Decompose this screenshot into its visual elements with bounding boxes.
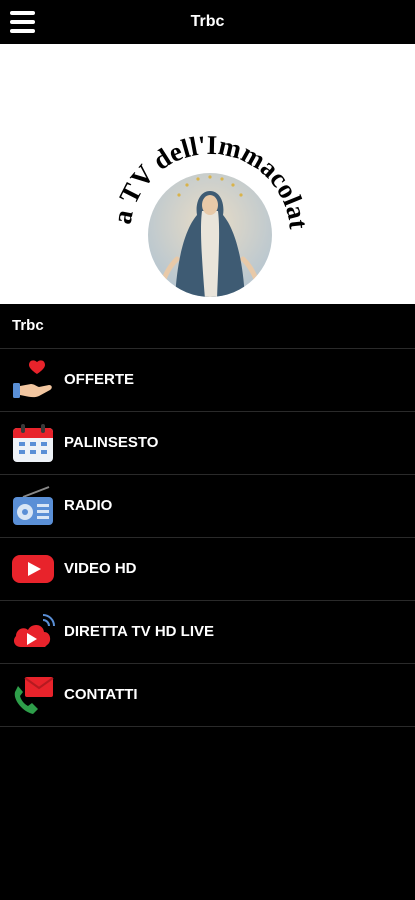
banner: La TV dell'Immacolata xyxy=(0,44,415,304)
section-header: Trbc xyxy=(0,304,415,349)
menu-item-palinsesto[interactable]: PALINSESTO xyxy=(0,412,415,475)
section-title: Trbc xyxy=(12,317,44,334)
menu-item-contatti[interactable]: CONTATTI xyxy=(0,664,415,727)
radio-icon xyxy=(13,486,53,525)
mail-phone-icon xyxy=(14,677,54,714)
menu-item-label: OFFERTE xyxy=(64,371,134,388)
main-menu: OFFERTE PALINSESTO RADIO VIDEO HD DIRETT… xyxy=(0,349,415,727)
menu-item-video-hd[interactable]: VIDEO HD xyxy=(0,538,415,601)
menu-item-label: DIRETTA TV HD LIVE xyxy=(64,623,214,640)
menu-item-offerte[interactable]: OFFERTE xyxy=(0,349,415,412)
menu-item-label: CONTATTI xyxy=(64,686,138,703)
app-title: Trbc xyxy=(190,13,225,30)
menu-item-diretta-tv[interactable]: DIRETTA TV HD LIVE xyxy=(0,601,415,664)
menu-item-label: PALINSESTO xyxy=(64,434,159,451)
menu-item-label: VIDEO HD xyxy=(64,560,137,577)
madonna-image xyxy=(148,173,272,297)
calendar-icon xyxy=(13,424,53,462)
top-app-bar: Trbc xyxy=(0,0,415,44)
heart-hand-icon xyxy=(13,360,52,398)
menu-item-radio[interactable]: RADIO xyxy=(0,475,415,538)
live-stream-icon xyxy=(13,614,55,647)
menu-item-label: RADIO xyxy=(64,497,113,514)
youtube-play-icon xyxy=(12,555,54,583)
station-logo: La TV dell'Immacolata xyxy=(105,99,310,297)
